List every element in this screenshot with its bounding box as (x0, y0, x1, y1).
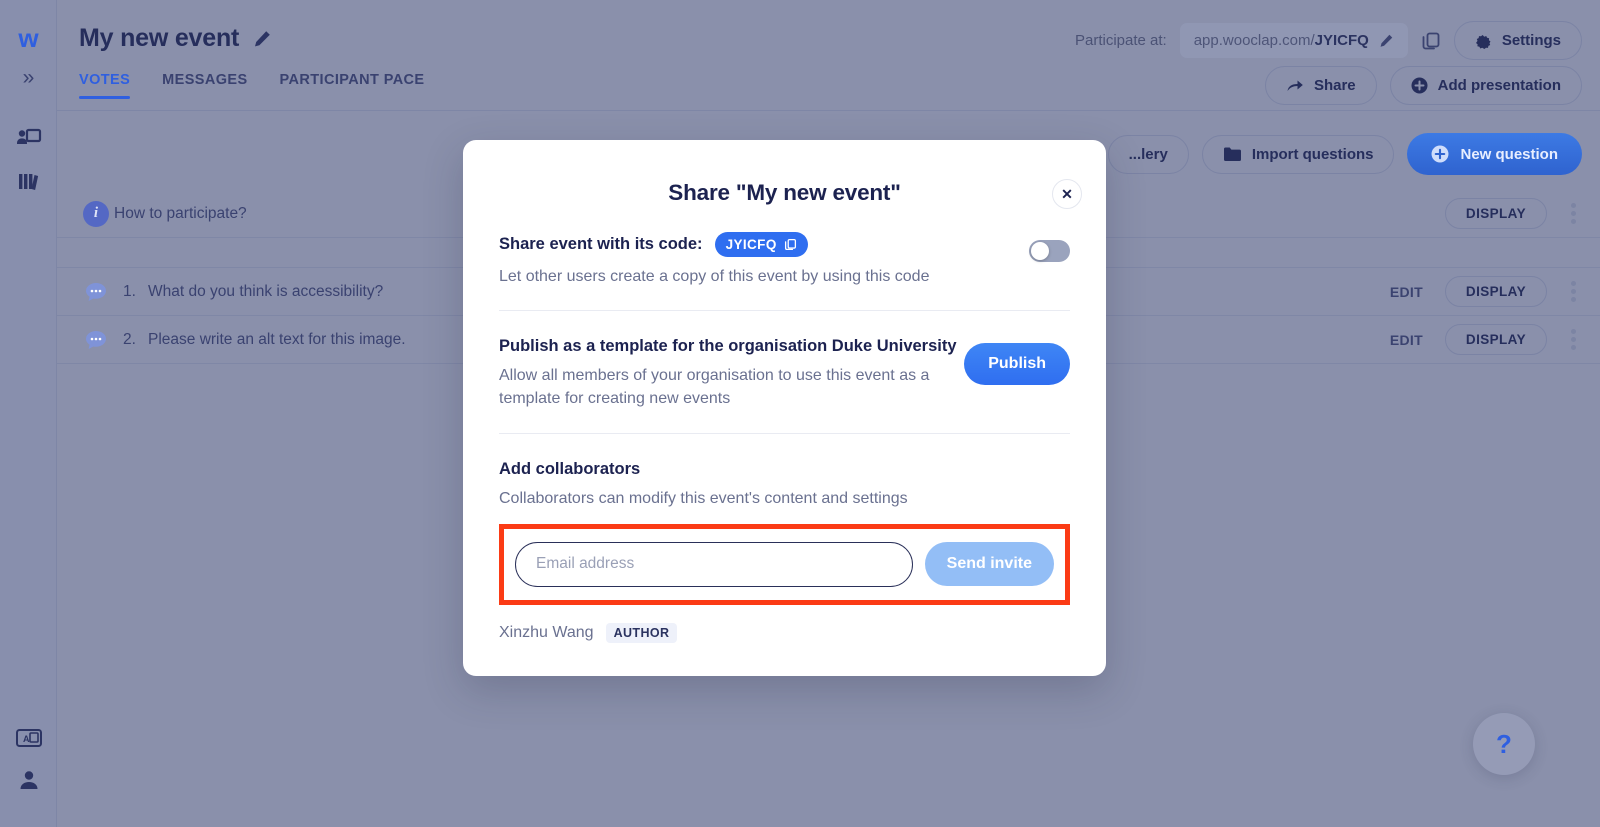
folder-icon (1223, 146, 1242, 162)
participate-code: JYICFQ (1314, 32, 1369, 49)
question-toolbar: ...lery Import questions New question (1107, 133, 1582, 175)
question-number: 1. (123, 282, 136, 300)
app-header: My new event VOTES MESSAGES PARTICIPANT … (57, 0, 1600, 111)
edit-button[interactable]: EDIT (1390, 332, 1423, 348)
share-code-section: Share event with its code: JYICFQ Let ot… (499, 206, 1070, 312)
publish-subtitle: Allow all members of your organisation t… (499, 367, 930, 408)
tab-votes[interactable]: VOTES (79, 72, 131, 99)
info-icon: i (83, 200, 109, 227)
pencil-icon[interactable] (253, 29, 272, 48)
edit-button[interactable]: EDIT (1390, 284, 1423, 300)
collaborators-title: Add collaborators (499, 459, 641, 478)
collaborator-list: Xinzhu Wang AUTHOR (499, 622, 1070, 643)
add-presentation-button[interactable]: Add presentation (1389, 66, 1582, 105)
add-presentation-label: Add presentation (1437, 77, 1561, 94)
share-label: Share (1313, 77, 1356, 94)
send-invite-button[interactable]: Send invite (924, 542, 1054, 587)
library-icon[interactable] (0, 166, 57, 196)
wooclap-logo: w (18, 22, 39, 53)
event-code: JYICFQ (725, 237, 777, 252)
import-questions-button[interactable]: Import questions (1201, 134, 1395, 174)
more-options-icon[interactable] (1569, 325, 1578, 354)
collaborators-subtitle: Collaborators can modify this event's co… (499, 489, 908, 507)
row-actions: EDIT DISPLAY (1390, 276, 1578, 307)
question-number: 2. (123, 330, 136, 348)
more-options-icon[interactable] (1569, 199, 1578, 228)
participate-label: Participate at: (1075, 32, 1167, 49)
event-code-badge[interactable]: JYICFQ (714, 232, 808, 257)
share-code-subtitle: Let other users create a copy of this ev… (499, 268, 930, 285)
question-text: How to participate? (114, 204, 247, 222)
import-questions-label: Import questions (1251, 145, 1374, 163)
row-actions: DISPLAY (1444, 198, 1578, 229)
tab-bar: VOTES MESSAGES PARTICIPANT PACE (79, 72, 425, 99)
email-field[interactable] (515, 541, 913, 587)
collaborator-name: Xinzhu Wang (499, 623, 594, 641)
add-collaborators-section: Add collaborators Collaborators can modi… (499, 434, 1070, 643)
tab-messages[interactable]: MESSAGES (162, 72, 247, 99)
settings-button[interactable]: Settings (1453, 21, 1582, 60)
chat-bubble-icon (83, 279, 109, 305)
display-button[interactable]: DISPLAY (1444, 276, 1547, 307)
pencil-icon[interactable] (1379, 33, 1394, 48)
more-options-icon[interactable] (1569, 277, 1578, 306)
participate-url-box[interactable]: app.wooclap.com/JYICFQ (1179, 23, 1408, 58)
publish-template-section: Publish as a template for the organisati… (499, 311, 1070, 434)
plus-circle-icon (1431, 145, 1449, 163)
event-title-row: My new event (79, 24, 272, 53)
share-code-toggle[interactable] (1029, 240, 1070, 262)
row-actions: EDIT DISPLAY (1390, 324, 1578, 355)
share-code-header: Share event with its code: JYICFQ (499, 232, 1070, 257)
present-icon[interactable] (0, 124, 57, 154)
language-icon[interactable]: A (0, 723, 57, 753)
share-code-title: Share event with its code: (499, 235, 703, 253)
close-icon[interactable]: ✕ (1052, 179, 1082, 209)
participate-row: Participate at: app.wooclap.com/JYICFQ S… (1075, 21, 1582, 60)
tab-participant-pace[interactable]: PARTICIPANT PACE (280, 72, 425, 99)
gear-icon (1475, 32, 1492, 49)
copy-icon[interactable] (1421, 31, 1441, 51)
question-text: What do you think is accessibility? (148, 282, 384, 300)
copy-icon[interactable] (784, 238, 797, 251)
help-button[interactable]: ? (1473, 713, 1535, 775)
chevrons-right-icon[interactable]: » (0, 62, 57, 94)
left-sidebar: w » A (0, 0, 57, 827)
publish-button[interactable]: Publish (964, 343, 1070, 386)
new-question-label: New question (1460, 145, 1558, 163)
new-question-button[interactable]: New question (1407, 133, 1582, 175)
collaborator-invite-highlight: Send invite (499, 523, 1070, 605)
display-button[interactable]: DISPLAY (1444, 198, 1547, 229)
status-badge: AUTHOR (605, 622, 678, 643)
user-icon[interactable] (0, 765, 57, 795)
settings-label: Settings (1501, 32, 1561, 49)
participate-url-prefix: app.wooclap.com/ (1193, 32, 1315, 49)
svg-text:A: A (23, 734, 30, 744)
question-text: Please write an alt text for this image. (148, 330, 406, 348)
display-button[interactable]: DISPLAY (1444, 324, 1547, 355)
modal-title: Share "My new event" (668, 180, 901, 205)
toggle-knob (1031, 242, 1049, 260)
participate-url: app.wooclap.com/JYICFQ (1194, 32, 1369, 49)
chat-bubble-icon (83, 327, 109, 353)
share-arrow-icon (1286, 78, 1304, 93)
share-button[interactable]: Share (1264, 66, 1377, 105)
page-title: My new event (79, 24, 240, 52)
gallery-button[interactable]: ...lery (1107, 134, 1189, 174)
share-event-modal: Share "My new event" ✕ Share event with … (463, 140, 1106, 676)
divider (499, 432, 1070, 434)
plus-circle-icon (1411, 77, 1428, 94)
header-actions: Share Add presentation (1264, 66, 1582, 105)
